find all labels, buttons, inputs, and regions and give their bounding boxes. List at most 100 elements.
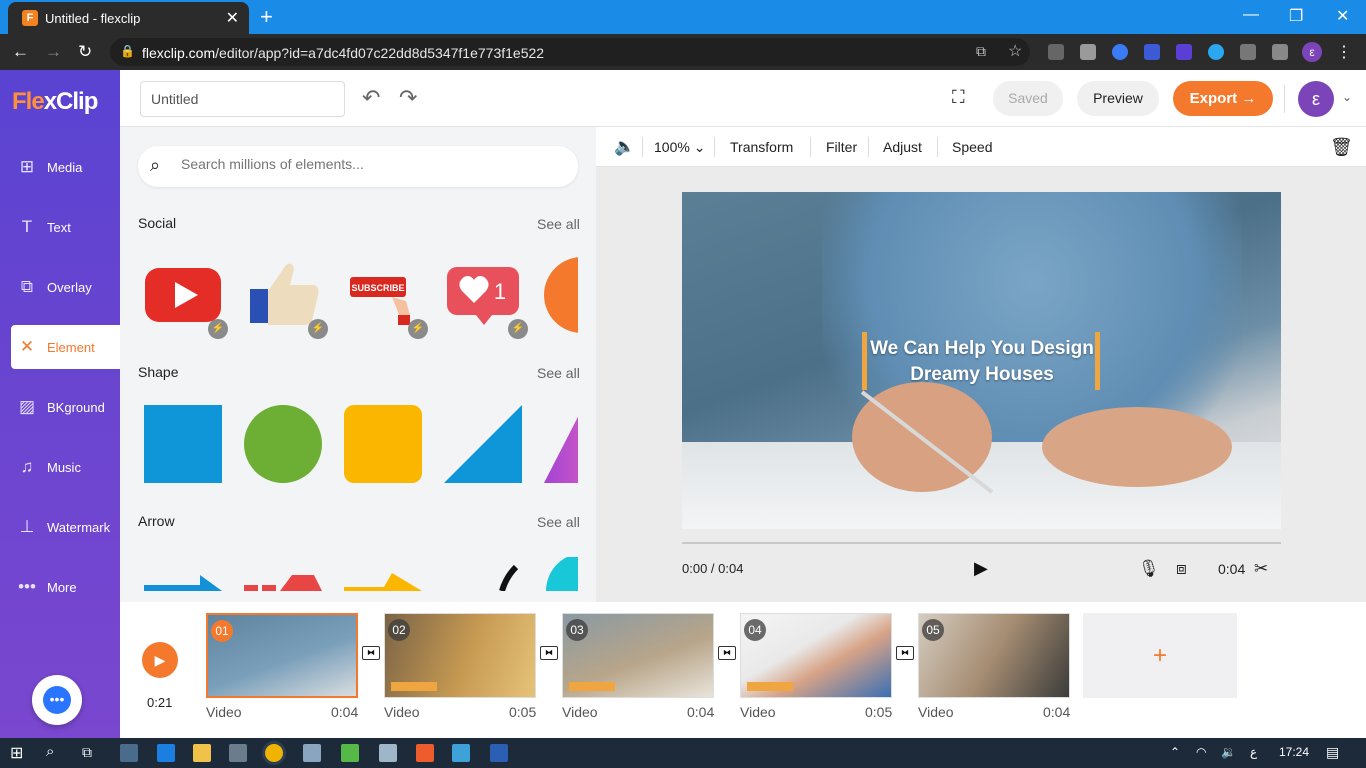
scissors-icon[interactable]: ✂: [1254, 559, 1268, 579]
trash-icon[interactable]: 🗑: [1330, 137, 1353, 158]
zoom-select[interactable]: 100% ⌄: [654, 139, 705, 156]
add-clip-button[interactable]: +: [1083, 613, 1237, 698]
timeline-clip-5[interactable]: 05: [918, 613, 1070, 698]
title-overlay[interactable]: We Can Help You Design Dreamy Houses: [862, 330, 1102, 390]
wifi-icon[interactable]: ◠: [1196, 745, 1206, 759]
extension-icon[interactable]: [1144, 44, 1160, 60]
shield-icon[interactable]: [1240, 44, 1256, 60]
file-explorer-icon[interactable]: [193, 744, 211, 762]
overlay-line-1[interactable]: We Can Help You Design: [862, 336, 1102, 362]
arrow-element-red[interactable]: [244, 557, 322, 591]
input-language[interactable]: ع: [1250, 745, 1257, 759]
square-shape[interactable]: [144, 405, 222, 483]
extension-icon[interactable]: [1080, 44, 1096, 60]
transition-icon[interactable]: ⧓: [540, 646, 558, 660]
see-all-shape-link[interactable]: See all: [537, 365, 580, 381]
sidebar-item-element[interactable]: ✕ Element: [11, 325, 120, 369]
new-tab-icon[interactable]: +: [260, 4, 273, 30]
puzzle-icon[interactable]: [1272, 44, 1288, 60]
like-notification-element[interactable]: 1 ⚡: [444, 255, 528, 339]
chevron-down-icon[interactable]: ⌄: [1342, 90, 1352, 104]
search-input[interactable]: [181, 156, 561, 172]
transform-button[interactable]: Transform: [730, 139, 793, 155]
arrow-element-yellow[interactable]: [344, 557, 422, 591]
split-frame-icon[interactable]: ⧈: [1176, 559, 1187, 579]
subscribe-element[interactable]: SUBSCRIBE ⚡: [344, 255, 428, 339]
transition-icon[interactable]: ⧓: [718, 646, 736, 660]
playback-progress[interactable]: [682, 542, 1281, 544]
sidebar-item-media[interactable]: ⊞ Media: [11, 145, 120, 189]
timeline-clip-3[interactable]: 03: [562, 613, 714, 698]
sidebar-item-more[interactable]: ••• More: [11, 565, 120, 609]
export-button[interactable]: Export →: [1173, 81, 1273, 116]
word-app-icon[interactable]: [490, 744, 508, 762]
camtasia-icon[interactable]: [341, 744, 359, 762]
url-field[interactable]: 🔒 flexclip.com/editor/app?id=a7dc4fd07c2…: [110, 38, 1030, 66]
gradient-triangle-shape[interactable]: [544, 405, 578, 483]
store-app-icon[interactable]: [229, 744, 247, 762]
microphone-icon[interactable]: 🎙: [1138, 559, 1160, 579]
sidebar-item-music[interactable]: ♫ Music: [11, 445, 120, 489]
saved-button[interactable]: Saved: [993, 81, 1063, 116]
filter-button[interactable]: Filter: [826, 139, 857, 155]
app-icon[interactable]: [452, 744, 470, 762]
sidebar-item-bkground[interactable]: ▨ BKground: [11, 385, 120, 429]
chrome-app-icon[interactable]: [265, 744, 283, 762]
task-view-icon[interactable]: ⧉: [82, 744, 92, 761]
browser-menu-icon[interactable]: ⋮: [1336, 42, 1352, 62]
sidebar-item-text[interactable]: T Text: [11, 205, 120, 249]
mail-app-icon[interactable]: [120, 744, 138, 762]
see-all-arrow-link[interactable]: See all: [537, 514, 580, 530]
adjust-button[interactable]: Adjust: [883, 139, 922, 155]
chevron-up-icon[interactable]: ⌃: [1170, 745, 1180, 759]
play-icon[interactable]: ▶: [974, 558, 988, 579]
edge-app-icon[interactable]: [157, 744, 175, 762]
notifications-icon[interactable]: ▤: [1326, 744, 1339, 761]
thumbs-up-element[interactable]: ⚡: [244, 255, 328, 339]
app-icon[interactable]: [416, 744, 434, 762]
rounded-square-shape[interactable]: [344, 405, 422, 483]
sidebar-item-watermark[interactable]: ⊥ Watermark: [11, 505, 120, 549]
bookmark-star-icon[interactable]: ☆: [1008, 41, 1022, 61]
undo-icon[interactable]: ↶: [362, 85, 380, 111]
extension-icon[interactable]: [1208, 44, 1224, 60]
reload-icon[interactable]: ↻: [78, 42, 92, 62]
element-search[interactable]: ⌕: [138, 146, 578, 187]
notepad-icon[interactable]: [379, 744, 397, 762]
volume-icon[interactable]: 🔈: [614, 137, 635, 157]
browser-tab[interactable]: F Untitled - flexclip ✕: [8, 2, 249, 34]
arrow-element-blue[interactable]: [144, 557, 222, 591]
3d-viewer-icon[interactable]: [303, 744, 321, 762]
restore-icon[interactable]: ❐: [1289, 6, 1303, 26]
timeline-clip-2[interactable]: 02: [384, 613, 536, 698]
triangle-shape[interactable]: [444, 405, 522, 483]
youtube-element[interactable]: ⚡: [144, 255, 228, 339]
transition-icon[interactable]: ⧓: [896, 646, 914, 660]
speaker-icon[interactable]: 🔉: [1221, 745, 1236, 759]
sidebar-item-overlay[interactable]: ⧉ Overlay: [11, 265, 120, 309]
transition-icon[interactable]: ⧓: [362, 646, 380, 660]
extension-icon[interactable]: [1112, 44, 1128, 60]
arrow-element-cyan[interactable]: [544, 557, 578, 591]
circle-shape[interactable]: [244, 405, 322, 483]
user-avatar[interactable]: ε: [1298, 81, 1334, 117]
minimize-icon[interactable]: —: [1243, 6, 1259, 24]
close-window-icon[interactable]: ✕: [1336, 6, 1349, 26]
profile-avatar[interactable]: ε: [1302, 42, 1322, 62]
timeline-clip-1[interactable]: 01: [206, 613, 358, 698]
preview-button[interactable]: Preview: [1077, 81, 1159, 116]
extension-icon[interactable]: [1176, 44, 1192, 60]
overlay-line-2[interactable]: Dreamy Houses: [862, 362, 1102, 388]
translate-icon[interactable]: ⧉: [976, 43, 986, 60]
windows-start-icon[interactable]: ⊞: [10, 743, 23, 763]
arrow-element-black[interactable]: [444, 557, 522, 592]
close-tab-icon[interactable]: ✕: [226, 8, 239, 28]
clock[interactable]: 17:24: [1279, 745, 1309, 759]
back-icon[interactable]: ←: [12, 42, 29, 62]
chat-support-button[interactable]: •••: [32, 675, 82, 725]
download-extension-icon[interactable]: [1048, 44, 1064, 60]
see-all-social-link[interactable]: See all: [537, 216, 580, 232]
play-all-button[interactable]: ▶: [142, 642, 178, 678]
forward-icon[interactable]: →: [45, 42, 62, 62]
search-icon[interactable]: ⌕: [46, 743, 54, 760]
